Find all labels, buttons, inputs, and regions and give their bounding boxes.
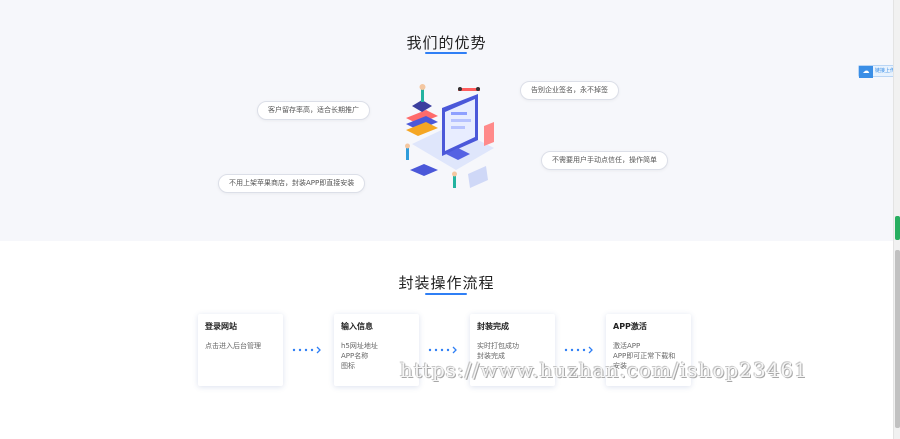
advantage-pill-direct-install: 不用上架苹果商店，封装APP即直接安装 bbox=[218, 174, 366, 193]
flow-section bbox=[0, 241, 893, 439]
step-title: 封装完成 bbox=[477, 322, 509, 331]
scroll-thumb[interactable] bbox=[895, 250, 900, 428]
page-scrollbar[interactable] bbox=[893, 0, 900, 439]
side-upload-tab-label: 链接上传 bbox=[875, 68, 896, 74]
watermark-text: https://www.huzhan.com/ishop23461 bbox=[400, 358, 808, 382]
step-card-login: 登录网站 点击进入后台管理 bbox=[198, 314, 283, 386]
flow-title: 封装操作流程 bbox=[398, 274, 495, 292]
step-line: h5网址地址 bbox=[341, 342, 378, 350]
advantage-pill-no-signature: 告别企业签名，永不掉签 bbox=[520, 81, 619, 100]
scroll-indicator bbox=[895, 216, 900, 240]
step-arrow-dots-3 bbox=[564, 346, 593, 354]
step-title: APP激活 bbox=[613, 322, 647, 331]
step-line: 点击进入后台管理 bbox=[205, 342, 261, 350]
advantages-title: 我们的优势 bbox=[406, 34, 487, 52]
advantage-pill-no-trust: 不需要用户手动点信任，操作简单 bbox=[541, 151, 668, 170]
isometric-app-illustration bbox=[405, 84, 494, 188]
step-line: 激活APP bbox=[613, 342, 641, 350]
advantage-pill-retention: 客户留存率高，适合长期推广 bbox=[257, 101, 370, 120]
step-title: 输入信息 bbox=[341, 322, 373, 331]
step-arrow-dots-1 bbox=[292, 346, 321, 354]
step-line: 实时打包成功 bbox=[477, 342, 519, 350]
step-arrow-dots-2 bbox=[428, 346, 457, 354]
cloud-icon: ☁ bbox=[859, 66, 873, 78]
step-title: 登录网站 bbox=[205, 322, 237, 331]
advantages-title-underline bbox=[425, 52, 467, 54]
flow-title-underline bbox=[425, 293, 467, 295]
